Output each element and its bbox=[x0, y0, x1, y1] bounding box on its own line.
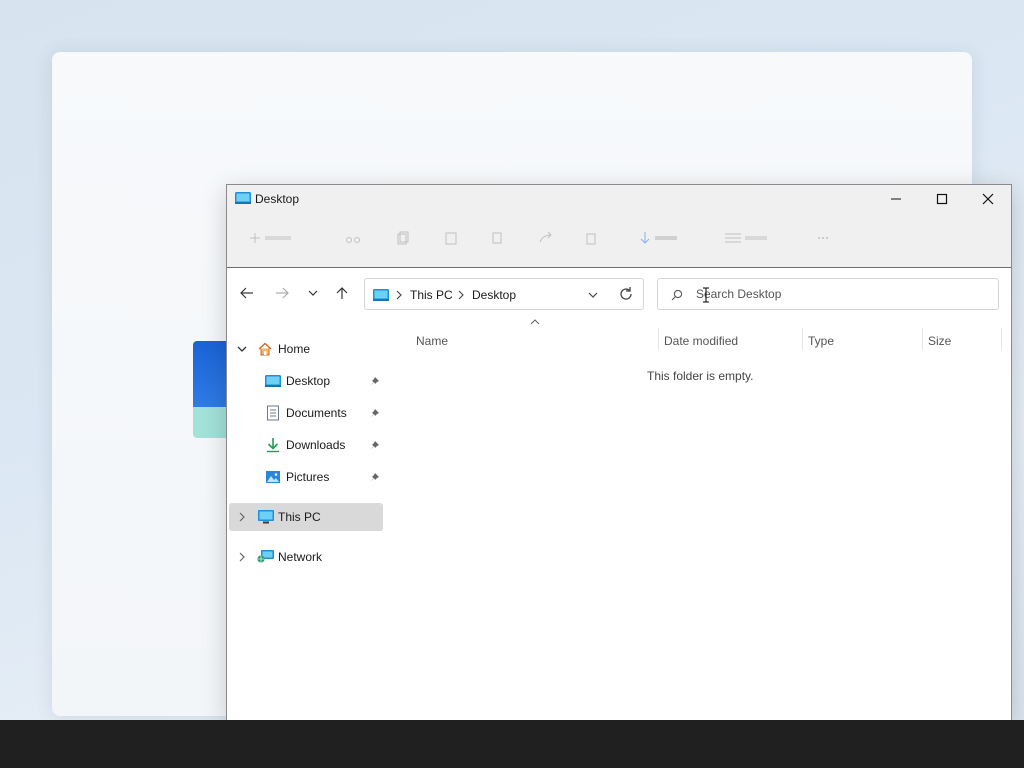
sidebar-item-label: Pictures bbox=[286, 470, 330, 484]
title-bar[interactable]: Desktop bbox=[227, 185, 1011, 213]
column-header-size[interactable]: Size bbox=[928, 334, 951, 354]
rename-button[interactable] bbox=[491, 227, 503, 249]
rename-icon bbox=[492, 232, 502, 244]
sort-icon bbox=[640, 232, 650, 244]
new-button[interactable] bbox=[249, 227, 291, 249]
navigation-pane: Home Desktop Documents Downloads Picture… bbox=[227, 322, 387, 721]
minimize-button[interactable] bbox=[873, 185, 919, 213]
file-list: Name Date modified Type Size This folder… bbox=[387, 319, 1011, 721]
view-button[interactable] bbox=[725, 227, 767, 249]
chevron-right-icon bbox=[458, 290, 464, 300]
window-title: Desktop bbox=[255, 192, 300, 206]
desktop-folder-icon bbox=[373, 289, 389, 301]
close-button[interactable] bbox=[965, 185, 1011, 213]
empty-folder-message: This folder is empty. bbox=[647, 369, 754, 383]
chevron-down-icon bbox=[308, 290, 318, 296]
column-divider[interactable] bbox=[802, 328, 803, 350]
view-icon bbox=[725, 233, 741, 243]
desktop-folder-icon bbox=[265, 375, 281, 387]
home-icon bbox=[258, 342, 272, 356]
documents-icon bbox=[267, 405, 279, 421]
search-icon bbox=[671, 289, 683, 301]
pin-icon[interactable] bbox=[369, 376, 380, 387]
search-input[interactable] bbox=[696, 284, 986, 304]
column-header-date-modified[interactable]: Date modified bbox=[664, 334, 738, 354]
share-button[interactable] bbox=[539, 227, 553, 249]
recent-locations-button[interactable] bbox=[300, 280, 326, 306]
sidebar-item-documents[interactable]: Documents bbox=[229, 399, 383, 427]
more-icon bbox=[818, 237, 828, 239]
chevron-right-icon[interactable] bbox=[237, 552, 247, 562]
desktop-folder-icon bbox=[235, 192, 251, 204]
sidebar-item-label: Home bbox=[278, 342, 311, 356]
taskbar bbox=[0, 720, 1024, 768]
navigation-bar: This PC Desktop bbox=[227, 268, 1011, 322]
arrow-left-icon bbox=[240, 287, 253, 299]
forward-button[interactable] bbox=[269, 280, 295, 306]
sidebar-item-desktop[interactable]: Desktop bbox=[229, 367, 383, 395]
sidebar-item-label: This PC bbox=[278, 510, 321, 524]
pictures-icon bbox=[266, 471, 280, 483]
column-header-type[interactable]: Type bbox=[808, 334, 834, 354]
sidebar-item-label: Network bbox=[278, 550, 323, 564]
sidebar-item-downloads[interactable]: Downloads bbox=[229, 431, 383, 459]
plus-icon bbox=[250, 233, 260, 243]
arrow-right-icon bbox=[276, 287, 289, 299]
breadcrumb-desktop[interactable]: Desktop bbox=[472, 288, 516, 302]
command-bar bbox=[227, 213, 1011, 268]
sidebar-item-label: Downloads bbox=[286, 438, 346, 452]
scissors-icon bbox=[346, 237, 360, 243]
more-button[interactable] bbox=[817, 227, 829, 249]
back-button[interactable] bbox=[234, 280, 260, 306]
computer-icon bbox=[258, 510, 274, 524]
text-cursor-icon bbox=[703, 287, 709, 303]
sidebar-item-this-pc[interactable]: This PC bbox=[229, 503, 383, 531]
maximize-button[interactable] bbox=[919, 185, 965, 213]
chevron-down-icon[interactable] bbox=[237, 344, 247, 354]
close-icon bbox=[982, 193, 994, 205]
sidebar-item-pictures[interactable]: Pictures bbox=[229, 463, 383, 491]
paste-icon bbox=[445, 232, 457, 245]
background-app-tile bbox=[193, 341, 227, 438]
label-placeholder bbox=[655, 236, 677, 240]
copy-icon bbox=[397, 231, 409, 245]
sidebar-item-label: Desktop bbox=[286, 374, 331, 388]
trash-icon bbox=[586, 233, 596, 245]
column-header-name[interactable]: Name bbox=[416, 334, 448, 354]
refresh-icon[interactable] bbox=[617, 285, 635, 303]
label-placeholder bbox=[745, 236, 767, 240]
breadcrumb-this-pc[interactable]: This PC bbox=[410, 288, 453, 302]
sort-button[interactable] bbox=[639, 227, 677, 249]
share-icon bbox=[539, 232, 552, 243]
paste-button[interactable] bbox=[445, 227, 457, 249]
downloads-icon bbox=[267, 438, 279, 453]
delete-button[interactable] bbox=[585, 227, 597, 249]
pin-icon[interactable] bbox=[369, 472, 380, 483]
minimize-icon bbox=[891, 198, 901, 200]
sort-ascending-icon bbox=[530, 319, 540, 325]
pin-icon[interactable] bbox=[369, 440, 380, 451]
file-explorer-window: Desktop This PC Desktop Search Desktop H… bbox=[226, 184, 1012, 721]
sidebar-item-label: Documents bbox=[286, 406, 347, 420]
up-button[interactable] bbox=[329, 280, 355, 306]
column-divider[interactable] bbox=[1001, 328, 1002, 350]
label-placeholder bbox=[265, 236, 291, 240]
copy-button[interactable] bbox=[397, 227, 409, 249]
chevron-down-icon[interactable] bbox=[585, 287, 601, 303]
network-icon bbox=[257, 550, 274, 563]
arrow-up-icon bbox=[336, 287, 348, 299]
search-box[interactable] bbox=[657, 278, 999, 310]
sidebar-item-network[interactable]: Network bbox=[229, 543, 383, 571]
address-bar[interactable]: This PC Desktop bbox=[364, 278, 644, 310]
column-divider[interactable] bbox=[922, 328, 923, 350]
column-divider[interactable] bbox=[658, 328, 659, 350]
chevron-right-icon[interactable] bbox=[237, 512, 247, 522]
chevron-right-icon bbox=[396, 290, 402, 300]
sidebar-item-home[interactable]: Home bbox=[229, 335, 383, 363]
maximize-icon bbox=[936, 193, 948, 205]
pin-icon[interactable] bbox=[369, 408, 380, 419]
cut-button[interactable] bbox=[345, 227, 361, 249]
